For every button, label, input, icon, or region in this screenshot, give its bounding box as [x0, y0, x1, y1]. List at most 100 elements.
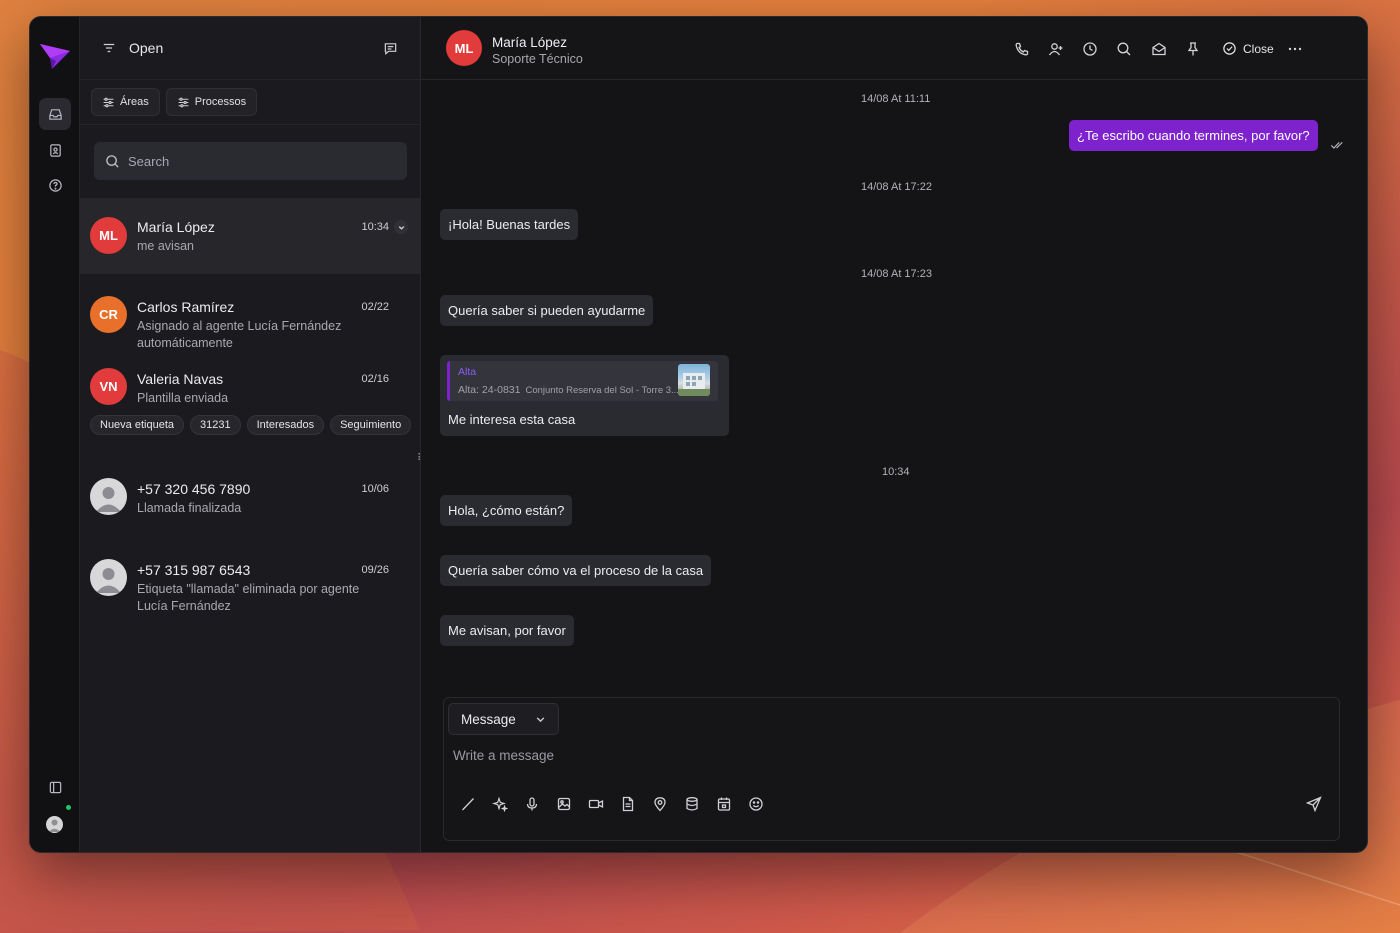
phone-icon[interactable]	[1014, 41, 1030, 57]
tag-chip[interactable]: 31231	[190, 415, 241, 435]
search-icon[interactable]	[1116, 41, 1132, 57]
conversation-item[interactable]: VN Valeria Navas 02/16 Plantilla enviada	[80, 359, 421, 409]
inbox-icon[interactable]	[39, 98, 71, 130]
processos-filter-button[interactable]: Processos	[165, 88, 258, 116]
contact-avatar[interactable]: ML	[446, 30, 482, 66]
conversation-item[interactable]: +57 315 987 6543 09/26 Etiqueta "llamada…	[80, 545, 421, 625]
close-conversation-button[interactable]: Close	[1222, 41, 1274, 56]
microphone-icon[interactable]	[524, 796, 540, 812]
message-bubble-incoming[interactable]: ¡Hola! Buenas tardes	[440, 209, 579, 240]
image-icon[interactable]	[556, 796, 572, 812]
quoted-listing[interactable]: Alta Alta: 24-0831 Conjunto Reserva del S…	[447, 361, 718, 401]
search-icon	[106, 154, 119, 168]
conversation-name: Carlos Ramírez	[137, 299, 235, 315]
conversation-list: Open Áreas Processos Search ML María Lóp…	[80, 17, 424, 852]
tag-chip[interactable]: Nueva etiqueta	[90, 415, 184, 435]
document-icon[interactable]	[620, 796, 636, 812]
chat-panel: ML María López Soporte Técnico Close 14/…	[421, 17, 1367, 852]
message-bubble-incoming[interactable]: Me avisan, por favor	[440, 615, 574, 646]
conversation-item[interactable]: CR Carlos Ramírez 02/22 Asignado al agen…	[80, 282, 421, 352]
default-avatar-icon	[96, 568, 121, 593]
emoji-icon[interactable]	[748, 796, 764, 812]
quote-ref-code: Alta: 24-0831	[458, 384, 521, 396]
conversation-item[interactable]: ML María López 10:34 me avisan	[80, 198, 421, 274]
chevron-down-icon[interactable]	[394, 220, 408, 234]
video-icon[interactable]	[588, 796, 604, 812]
conversation-time: 02/16	[361, 373, 389, 385]
conversation-preview: Etiqueta "llamada" eliminada por agente …	[137, 582, 360, 613]
online-status-dot	[64, 803, 73, 812]
help-circle-icon[interactable]	[39, 169, 71, 201]
conversation-preview: Plantilla enviada	[137, 391, 229, 405]
filter-lines-icon[interactable]	[102, 41, 116, 55]
conversation-preview: me avisan	[137, 239, 194, 253]
close-label: Close	[1243, 41, 1274, 56]
message-square-icon[interactable]	[383, 41, 398, 56]
conversation-preview: Llamada finalizada	[137, 501, 242, 515]
contact-name[interactable]: María López	[492, 35, 567, 50]
paper-plane-logo[interactable]	[38, 39, 72, 73]
conversation-time: 10:34	[361, 221, 389, 233]
message-input[interactable]: Write a message	[453, 748, 554, 763]
send-icon[interactable]	[1305, 796, 1322, 813]
avatar: ML	[90, 217, 127, 254]
filter-chips: Áreas Processos	[80, 80, 420, 125]
app-window: Open Áreas Processos Search ML María Lóp…	[29, 16, 1368, 853]
chat-header: ML María López Soporte Técnico Close	[421, 17, 1367, 80]
sliders-icon	[103, 97, 114, 107]
pin-icon[interactable]	[1185, 41, 1201, 57]
conversation-time: 10/06	[361, 483, 389, 495]
default-avatar-icon	[96, 487, 121, 512]
message-with-quote[interactable]: Alta Alta: 24-0831 Conjunto Reserva del S…	[440, 355, 729, 436]
user-avatar-icon[interactable]	[46, 816, 63, 833]
calendar-icon[interactable]	[716, 796, 732, 812]
areas-filter-label: Áreas	[120, 96, 149, 108]
conversation-time: 09/26	[361, 564, 389, 576]
timestamp-divider: 14/08 At 11:11	[861, 93, 931, 105]
check-circle-icon	[1223, 42, 1236, 55]
message-bubble-incoming[interactable]: Quería saber si pueden ayudarme	[440, 295, 654, 326]
message-bubble-incoming[interactable]: Hola, ¿cómo están?	[440, 495, 573, 526]
avatar: VN	[90, 368, 127, 405]
list-header: Open	[80, 17, 420, 80]
sidebar-toggle-icon[interactable]	[39, 771, 71, 803]
quote-reference: Alta: 24-0831 Conjunto Reserva del Sol - …	[458, 384, 679, 396]
location-pin-icon[interactable]	[652, 796, 668, 812]
avatar: CR	[90, 296, 127, 333]
message-type-select[interactable]: Message	[448, 703, 559, 735]
timestamp-divider: 10:34	[882, 466, 910, 478]
database-icon[interactable]	[684, 796, 700, 812]
avatar	[90, 559, 127, 596]
chevron-down-icon	[536, 716, 545, 722]
conversation-item[interactable]: +57 320 456 7890 10/06 Llamada finalizad…	[80, 465, 421, 531]
conversation-name: Valeria Navas	[137, 371, 224, 387]
conversation-preview: Asignado al agente Lucía Fernández autom…	[137, 319, 342, 350]
quote-tag: Alta	[458, 366, 477, 378]
property-thumbnail	[678, 364, 710, 396]
left-rail	[30, 17, 80, 852]
conversation-name: +57 315 987 6543	[137, 562, 251, 578]
message-bubble-outgoing[interactable]: ¿Te escribo cuando termines, por favor?	[1069, 120, 1318, 151]
tag-chip[interactable]: Interesados	[246, 415, 325, 435]
add-user-icon[interactable]	[1048, 41, 1064, 57]
clock-icon[interactable]	[1082, 41, 1098, 57]
contacts-book-icon[interactable]	[39, 134, 71, 166]
quote-project: Conjunto Reserva del Sol - Torre 3...	[525, 385, 679, 396]
list-title[interactable]: Open	[129, 40, 163, 56]
tag-list: Nueva etiqueta 31231 Interesados Seguimi…	[90, 415, 412, 435]
more-horizontal-icon[interactable]	[1287, 41, 1303, 57]
sliders-icon	[178, 97, 189, 107]
conversation-name: +57 320 456 7890	[137, 481, 251, 497]
avatar	[90, 478, 127, 515]
timestamp-divider: 14/08 At 17:23	[861, 268, 932, 280]
double-check-icon	[1330, 141, 1343, 149]
message-text: Me interesa esta casa	[448, 412, 576, 427]
search-placeholder: Search	[128, 153, 170, 169]
sparkles-icon[interactable]	[492, 796, 509, 813]
message-bubble-incoming[interactable]: Quería saber cómo va el proceso de la ca…	[440, 555, 712, 586]
areas-filter-button[interactable]: Áreas	[91, 88, 160, 116]
mail-open-icon[interactable]	[1151, 41, 1167, 57]
slash-command-icon[interactable]	[460, 796, 476, 812]
search-input[interactable]: Search	[94, 142, 407, 180]
tag-chip[interactable]: Seguimiento	[330, 415, 412, 435]
